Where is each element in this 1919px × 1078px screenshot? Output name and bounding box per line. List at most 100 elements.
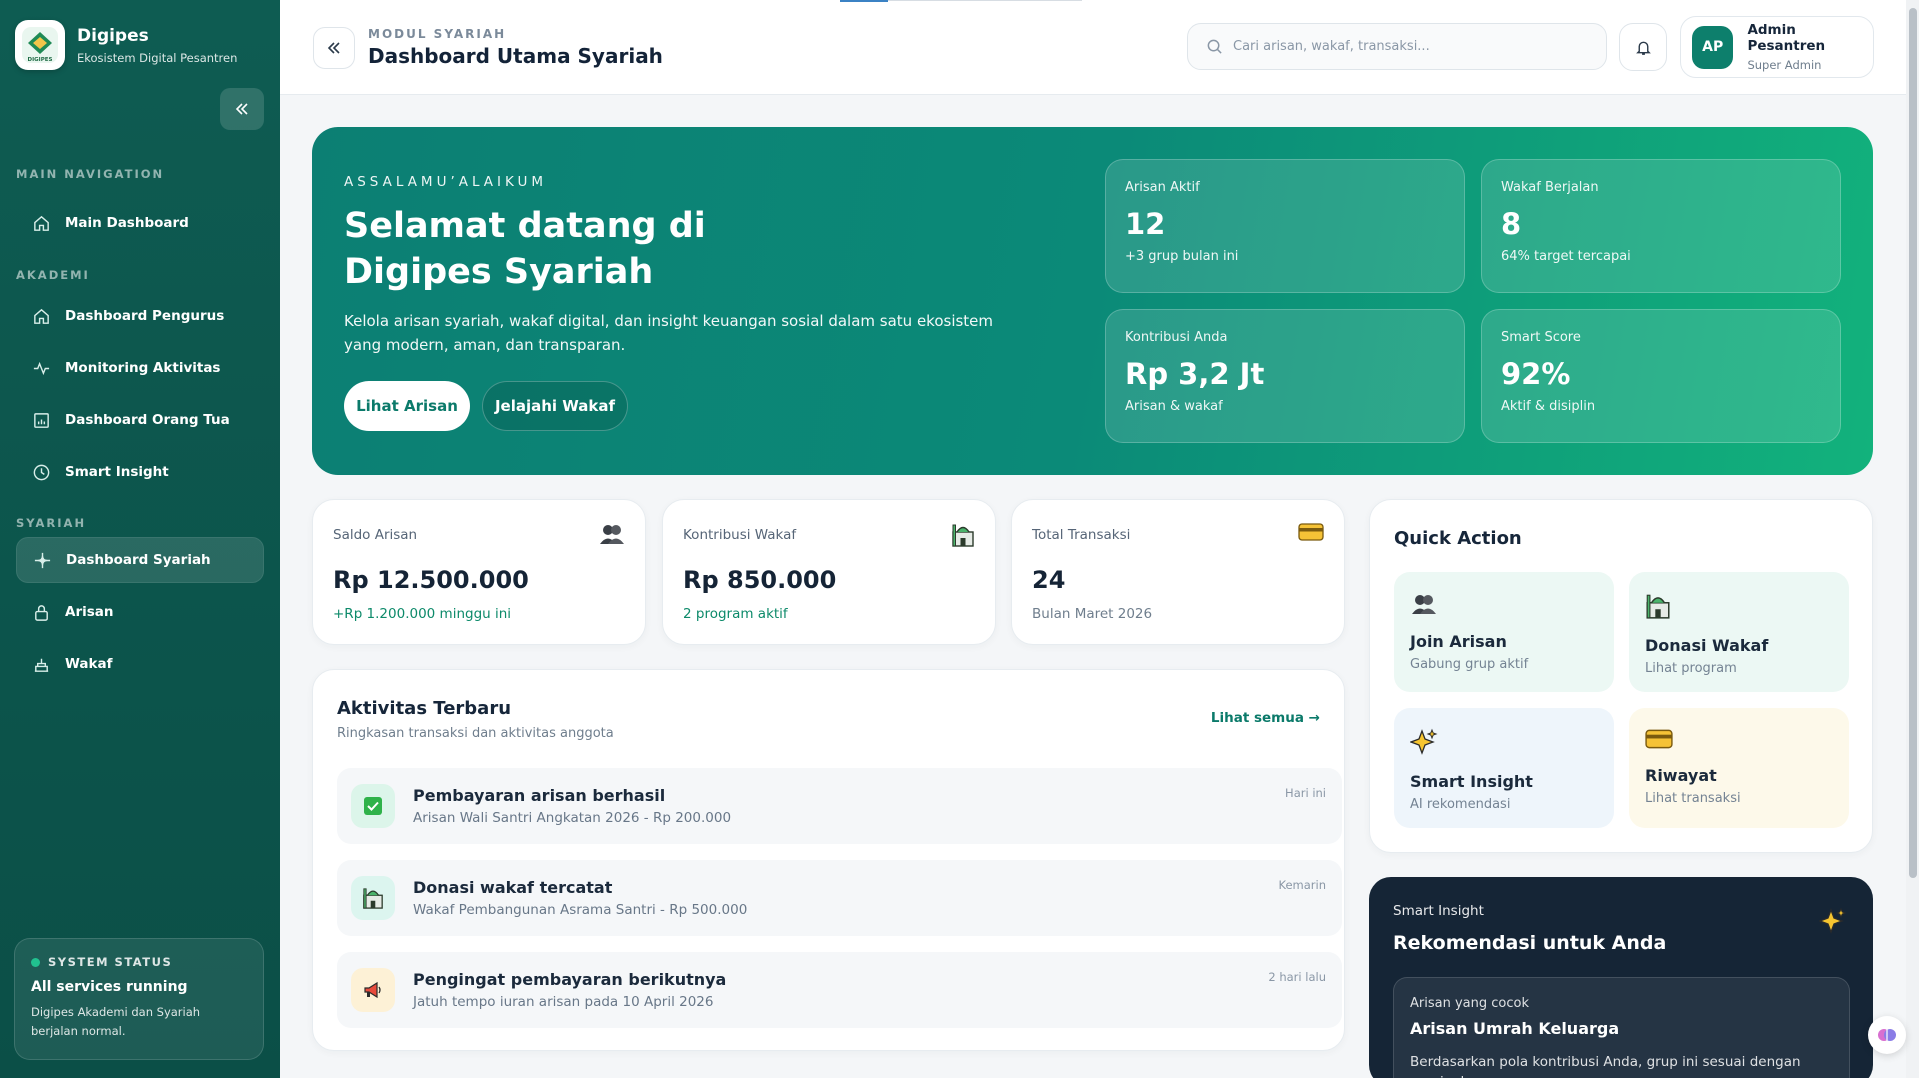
stat-note: 64% target tercapai [1501, 249, 1631, 264]
sidebar-item-dashboard-syariah[interactable]: Dashboard Syariah [16, 537, 264, 583]
summary-card-total-transaksi[interactable]: Total Transaksi 24 Bulan Maret 2026 [1011, 499, 1345, 645]
activity-name: Pengingat pembayaran berikutnya [413, 970, 727, 989]
quick-action-sub: Lihat program [1645, 661, 1737, 676]
check-icon [351, 784, 395, 828]
quick-action-riwayat[interactable]: Riwayat Lihat transaksi [1629, 708, 1849, 828]
brand-logo: DIGIPES [15, 20, 65, 70]
card-icon [1645, 729, 1673, 749]
insight-title: Rekomendasi untuk Anda [1393, 932, 1667, 954]
recommendation-label: Arisan yang cocok [1410, 996, 1529, 1011]
brand-logo-text: DIGIPES [28, 57, 53, 63]
system-status-card: SYSTEM STATUS All services running Digip… [14, 938, 264, 1060]
see-all-link[interactable]: Lihat semua → [1211, 710, 1320, 726]
hero-greeting: ASSALAMU’ALAIKUM [344, 174, 548, 190]
sidebar-item-label: Wakaf [65, 656, 113, 672]
system-status-title: All services running [31, 979, 188, 995]
sidebar-item-dashboard-pengurus[interactable]: Dashboard Pengurus [16, 293, 264, 339]
search-placeholder: Cari arisan, wakaf, transaksi... [1233, 39, 1430, 54]
stat-label: Kontribusi Anda [1125, 330, 1228, 345]
activity-title: Aktivitas Terbaru [337, 698, 512, 719]
stat-card-smart-score: Smart Score 92% Aktif & disiplin [1481, 309, 1841, 443]
activity-desc: Jatuh tempo iuran arisan pada 10 April 2… [413, 994, 714, 1010]
quick-action-title: Quick Action [1394, 528, 1522, 549]
sidebar-item-main-dashboard[interactable]: Main Dashboard [16, 200, 264, 246]
building-icon [34, 658, 49, 672]
sidebar: DIGIPES Digipes Ekosistem Digital Pesant… [0, 0, 280, 1078]
status-dot-icon [31, 957, 40, 967]
sparkle-icon [1818, 907, 1847, 939]
sidebar-item-arisan[interactable]: Arisan [16, 589, 264, 635]
insight-recommendation[interactable]: Arisan yang cocok Arisan Umrah Keluarga … [1393, 977, 1850, 1078]
page-title: Dashboard Utama Syariah [368, 44, 663, 68]
home-icon [34, 215, 49, 231]
quick-action-donasi-wakaf[interactable]: Donasi Wakaf Lihat program [1629, 572, 1849, 692]
brand[interactable]: DIGIPES Digipes Ekosistem Digital Pesant… [15, 20, 237, 70]
sidebar-item-dashboard-orang-tua[interactable]: Dashboard Orang Tua [16, 397, 264, 443]
profile-menu[interactable]: AP Admin Pesantren Super Admin [1680, 16, 1874, 78]
search-icon [1207, 39, 1222, 54]
nav-section-syariah: SYARIAH [16, 516, 87, 530]
recent-activity-card: Aktivitas Terbaru Ringkasan transaksi da… [312, 669, 1345, 1051]
smart-insight-card: Smart Insight Rekomendasi untuk Anda Ari… [1369, 877, 1873, 1078]
chart-icon [34, 412, 49, 428]
stat-note: Arisan & wakaf [1125, 399, 1223, 414]
collapse-sidebar-button[interactable] [220, 88, 264, 130]
jelajahi-wakaf-button[interactable]: Jelajahi Wakaf [482, 381, 628, 431]
recommendation-desc: Berdasarkan pola kontribusi Anda, grup i… [1410, 1054, 1801, 1078]
summary-label: Saldo Arisan [333, 527, 418, 543]
sparkle-icon [1409, 728, 1438, 755]
summary-value: Rp 12.500.000 [333, 566, 529, 594]
scrollbar-thumb[interactable] [1909, 8, 1917, 878]
summary-value: 24 [1032, 566, 1066, 594]
sidebar-item-label: Main Dashboard [65, 215, 189, 231]
quick-action-card: Quick Action Join Arisan Gabung grup akt… [1369, 499, 1873, 853]
activity-subtitle: Ringkasan transaksi dan aktivitas anggot… [337, 726, 614, 741]
mosque-icon [1646, 594, 1670, 619]
insight-label: Smart Insight [1393, 903, 1484, 919]
summary-card-saldo-arisan[interactable]: Saldo Arisan Rp 12.500.000 +Rp 1.200.000… [312, 499, 646, 645]
sidebar-item-label: Smart Insight [65, 464, 169, 480]
activity-item[interactable]: Pembayaran arisan berhasil Arisan Wali S… [337, 768, 1342, 844]
assistant-float-button[interactable] [1868, 1016, 1906, 1054]
profile-role: Super Admin [1747, 58, 1822, 72]
stat-value: 8 [1501, 207, 1522, 241]
summary-note: +Rp 1.200.000 minggu ini [333, 606, 512, 622]
stat-label: Smart Score [1501, 330, 1581, 345]
double-chevron-left-icon [327, 42, 340, 54]
summary-value: Rp 850.000 [683, 566, 837, 594]
summary-label: Total Transaksi [1032, 527, 1131, 543]
home-icon [34, 308, 49, 324]
activity-item[interactable]: Donasi wakaf tercatat Wakaf Pembangunan … [337, 860, 1342, 936]
page-scrollbar[interactable] [1906, 0, 1919, 1078]
sidebar-item-wakaf[interactable]: Wakaf [16, 641, 264, 687]
activity-time: Kemarin [1278, 878, 1326, 892]
sidebar-item-label: Monitoring Aktivitas [65, 360, 221, 376]
back-button[interactable] [313, 27, 355, 69]
lihat-arisan-button[interactable]: Lihat Arisan [344, 381, 470, 431]
top-accent-divider [888, 0, 1082, 1]
notification-button[interactable] [1619, 23, 1667, 71]
hero-title: Selamat datang di Digipes Syariah [344, 206, 706, 292]
card-icon [1298, 522, 1324, 546]
system-status-label: SYSTEM STATUS [48, 955, 173, 969]
hero-banner: ASSALAMU’ALAIKUM Selamat datang di Digip… [312, 127, 1873, 475]
avatar: AP [1692, 25, 1734, 69]
sidebar-item-smart-insight[interactable]: Smart Insight [16, 449, 264, 495]
activity-item[interactable]: Pengingat pembayaran berikutnya Jatuh te… [337, 952, 1342, 1028]
summary-card-kontribusi-wakaf[interactable]: Kontribusi Wakaf Rp 850.000 2 program ak… [662, 499, 996, 645]
recommendation-title: Arisan Umrah Keluarga [1410, 1019, 1620, 1038]
quick-action-join-arisan[interactable]: Join Arisan Gabung grup aktif [1394, 572, 1614, 692]
clock-icon [33, 464, 50, 480]
brain-icon [1878, 1029, 1896, 1041]
stat-note: +3 grup bulan ini [1125, 249, 1239, 264]
lock-icon [35, 604, 48, 621]
quick-action-smart-insight[interactable]: Smart Insight AI rekomendasi [1394, 708, 1614, 828]
sidebar-item-monitoring-aktivitas[interactable]: Monitoring Aktivitas [16, 345, 264, 391]
brand-name: Digipes [77, 26, 149, 46]
stat-card-kontribusi-anda: Kontribusi Anda Rp 3,2 Jt Arisan & wakaf [1105, 309, 1465, 443]
quick-action-sub: AI rekomendasi [1410, 797, 1511, 812]
activity-time: Hari ini [1285, 786, 1326, 800]
top-accent-line [840, 0, 888, 2]
mosque-icon [351, 876, 395, 920]
search-input[interactable]: Cari arisan, wakaf, transaksi... [1187, 23, 1607, 70]
